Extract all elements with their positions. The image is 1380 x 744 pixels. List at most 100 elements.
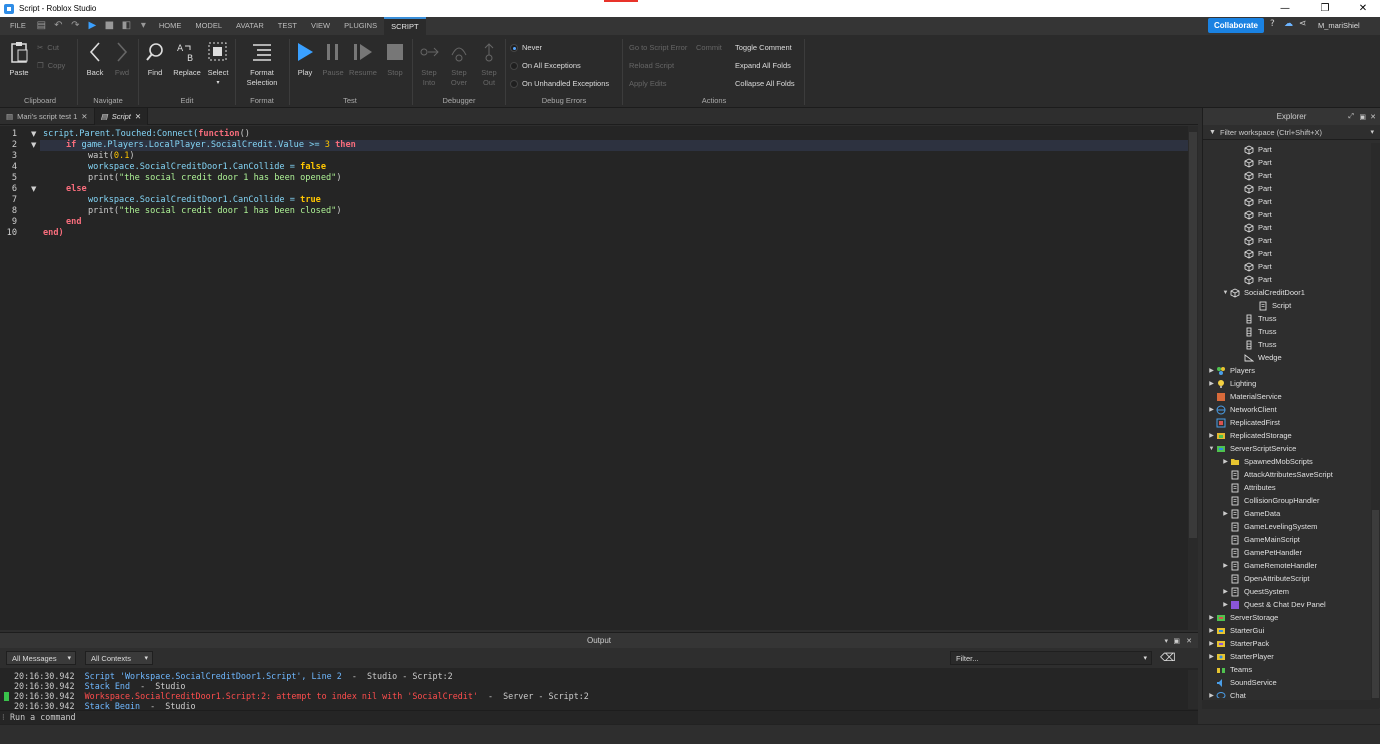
format-selection-button[interactable]: Format Selection	[240, 41, 284, 88]
paste-button[interactable]: Paste	[8, 41, 30, 78]
explorer-item[interactable]: Part	[1235, 156, 1272, 169]
explorer-item[interactable]: Part	[1235, 221, 1272, 234]
cloud-icon[interactable]: ☁	[1284, 19, 1293, 29]
stop-button[interactable]: Stop	[383, 41, 407, 78]
pin-icon[interactable]: ⤢	[1348, 113, 1354, 121]
code-editor[interactable]: 1 2 3 4 5 6 7 8 9 10 ▼ ▼ ▼ script.Parent…	[0, 126, 1198, 630]
explorer-item[interactable]: ▶ GameData	[1221, 507, 1280, 520]
explorer-item[interactable]: ▶ NetworkClient	[1207, 403, 1277, 416]
fold-toggle-icon[interactable]: ▼	[31, 129, 36, 140]
undock-icon[interactable]: ▣	[1173, 637, 1180, 645]
collapse-icon[interactable]: ▾	[1164, 637, 1168, 645]
explorer-item[interactable]: ReplicatedFirst	[1207, 416, 1280, 429]
log-line-error[interactable]: 20:16:30.942 Workspace.SocialCreditDoor1…	[14, 691, 589, 701]
explorer-item[interactable]: ▶ Chat	[1207, 689, 1246, 698]
save-icon[interactable]: ▤	[36, 21, 47, 32]
explorer-item[interactable]: Teams	[1207, 663, 1252, 676]
menu-file[interactable]: FILE	[0, 17, 33, 35]
collapsed-arrow-icon[interactable]: ▶	[1207, 406, 1216, 413]
apply-edits-button[interactable]: Apply Edits	[629, 79, 667, 88]
tab-view[interactable]: VIEW	[304, 17, 337, 35]
step-into-button[interactable]: Step Into	[417, 41, 441, 88]
explorer-item[interactable]: ▶ ReplicatedStorage	[1207, 429, 1292, 442]
quick-toolbar-icon[interactable]: ◧	[121, 21, 132, 32]
explorer-item[interactable]: ▶ SpawnedMobScripts	[1221, 455, 1313, 468]
expanded-arrow-icon[interactable]: ▼	[1207, 446, 1216, 452]
explorer-item[interactable]: Part	[1235, 247, 1272, 260]
tab-plugins[interactable]: PLUGINS	[337, 17, 384, 35]
explorer-item[interactable]: ▶ StarterPlayer	[1207, 650, 1274, 663]
command-bar[interactable]: ⁝ Run a command	[0, 710, 1198, 724]
explorer-item[interactable]: ▼ SocialCreditDoor1	[1221, 286, 1305, 299]
explorer-item[interactable]: Attributes	[1221, 481, 1276, 494]
explorer-item[interactable]: Part	[1235, 195, 1272, 208]
collapsed-arrow-icon[interactable]: ▶	[1207, 367, 1216, 374]
commit-button[interactable]: Commit	[696, 43, 722, 52]
explorer-item[interactable]: ▼ ServerScriptService	[1207, 442, 1297, 455]
collapsed-arrow-icon[interactable]: ▶	[1207, 614, 1216, 621]
step-out-button[interactable]: Step Out	[477, 41, 501, 88]
explorer-item[interactable]: OpenAttributeScript	[1221, 572, 1309, 585]
fold-toggle-icon[interactable]: ▼	[31, 140, 36, 151]
explorer-item[interactable]: ▶ ServerStorage	[1207, 611, 1278, 624]
close-tab-icon[interactable]: ✕	[135, 112, 141, 121]
filter-dropdown-icon[interactable]: ▾	[1370, 128, 1374, 136]
explorer-item[interactable]: Truss	[1235, 325, 1276, 338]
expanded-arrow-icon[interactable]: ▼	[1221, 290, 1230, 296]
explorer-item[interactable]: GamePetHandler	[1221, 546, 1302, 559]
collapsed-arrow-icon[interactable]: ▶	[1221, 458, 1230, 465]
explorer-item[interactable]: SoundService	[1207, 676, 1277, 689]
output-scrollbar[interactable]	[1188, 670, 1198, 709]
collapsed-arrow-icon[interactable]: ▶	[1221, 601, 1230, 608]
share-icon[interactable]: ⋖	[1299, 19, 1307, 29]
select-button[interactable]: Select ▾	[206, 41, 230, 88]
close-panel-icon[interactable]: ✕	[1370, 113, 1376, 121]
collapsed-arrow-icon[interactable]: ▶	[1207, 627, 1216, 634]
quick-stop-icon[interactable]: ■	[104, 21, 115, 32]
cut-button[interactable]: ✂ Cut	[37, 43, 59, 52]
close-tab-icon[interactable]: ✕	[81, 112, 87, 121]
replace-button[interactable]: AB Replace	[172, 41, 202, 78]
customize-icon[interactable]: ▾	[138, 21, 149, 32]
reload-script-button[interactable]: Reload Script	[629, 61, 674, 70]
quick-play-icon[interactable]: ▶	[87, 21, 98, 32]
explorer-item[interactable]: Wedge	[1235, 351, 1282, 364]
scrollbar-thumb[interactable]	[1372, 510, 1379, 698]
explorer-item[interactable]: Part	[1235, 169, 1272, 182]
explorer-item[interactable]: ▶ StarterPack	[1207, 637, 1269, 650]
play-button[interactable]: Play	[294, 41, 316, 78]
toggle-comment-button[interactable]: Toggle Comment	[735, 43, 792, 52]
collapsed-arrow-icon[interactable]: ▶	[1207, 380, 1216, 387]
explorer-item[interactable]: Truss	[1235, 312, 1276, 325]
collapsed-arrow-icon[interactable]: ▶	[1221, 510, 1230, 517]
collapsed-arrow-icon[interactable]: ▶	[1221, 562, 1230, 569]
explorer-item[interactable]: AttackAttributesSaveScript	[1221, 468, 1333, 481]
doc-tab-maris-script[interactable]: ▤ Mari's script test 1 ✕	[0, 108, 95, 125]
fold-toggle-icon[interactable]: ▼	[31, 184, 36, 195]
explorer-item[interactable]: ▶ Players	[1207, 364, 1255, 377]
explorer-item[interactable]: ▶ StarterGui	[1207, 624, 1264, 637]
tab-model[interactable]: MODEL	[188, 17, 229, 35]
explorer-item[interactable]: Truss	[1235, 338, 1276, 351]
collapsed-arrow-icon[interactable]: ▶	[1207, 640, 1216, 647]
editor-scrollbar[interactable]	[1188, 126, 1198, 630]
collapsed-arrow-icon[interactable]: ▶	[1207, 653, 1216, 660]
explorer-item[interactable]: GameMainScript	[1221, 533, 1300, 546]
close-panel-icon[interactable]: ✕	[1186, 637, 1192, 645]
forward-button[interactable]: Fwd	[111, 41, 133, 78]
expand-all-folds-button[interactable]: Expand All Folds	[735, 61, 791, 70]
messages-filter-dropdown[interactable]: All Messages ▾	[6, 651, 76, 665]
minimize-button[interactable]: —	[1266, 0, 1304, 17]
clear-output-icon[interactable]: ⌫	[1160, 651, 1176, 664]
user-name[interactable]: M_mariShiel	[1318, 21, 1360, 30]
explorer-item[interactable]: Part	[1235, 182, 1272, 195]
debug-on-all-radio[interactable]: On All Exceptions	[510, 61, 581, 70]
tab-home[interactable]: HOME	[152, 17, 189, 35]
explorer-item[interactable]: Part	[1235, 234, 1272, 247]
explorer-horizontal-scrollbar[interactable]	[1202, 700, 1379, 709]
explorer-item[interactable]: Part	[1235, 260, 1272, 273]
explorer-item[interactable]: CollisionGroupHandler	[1221, 494, 1319, 507]
collapsed-arrow-icon[interactable]: ▶	[1207, 432, 1216, 439]
scrollbar-thumb[interactable]	[1189, 132, 1197, 538]
explorer-item[interactable]: ▶ GameRemoteHandler	[1221, 559, 1317, 572]
